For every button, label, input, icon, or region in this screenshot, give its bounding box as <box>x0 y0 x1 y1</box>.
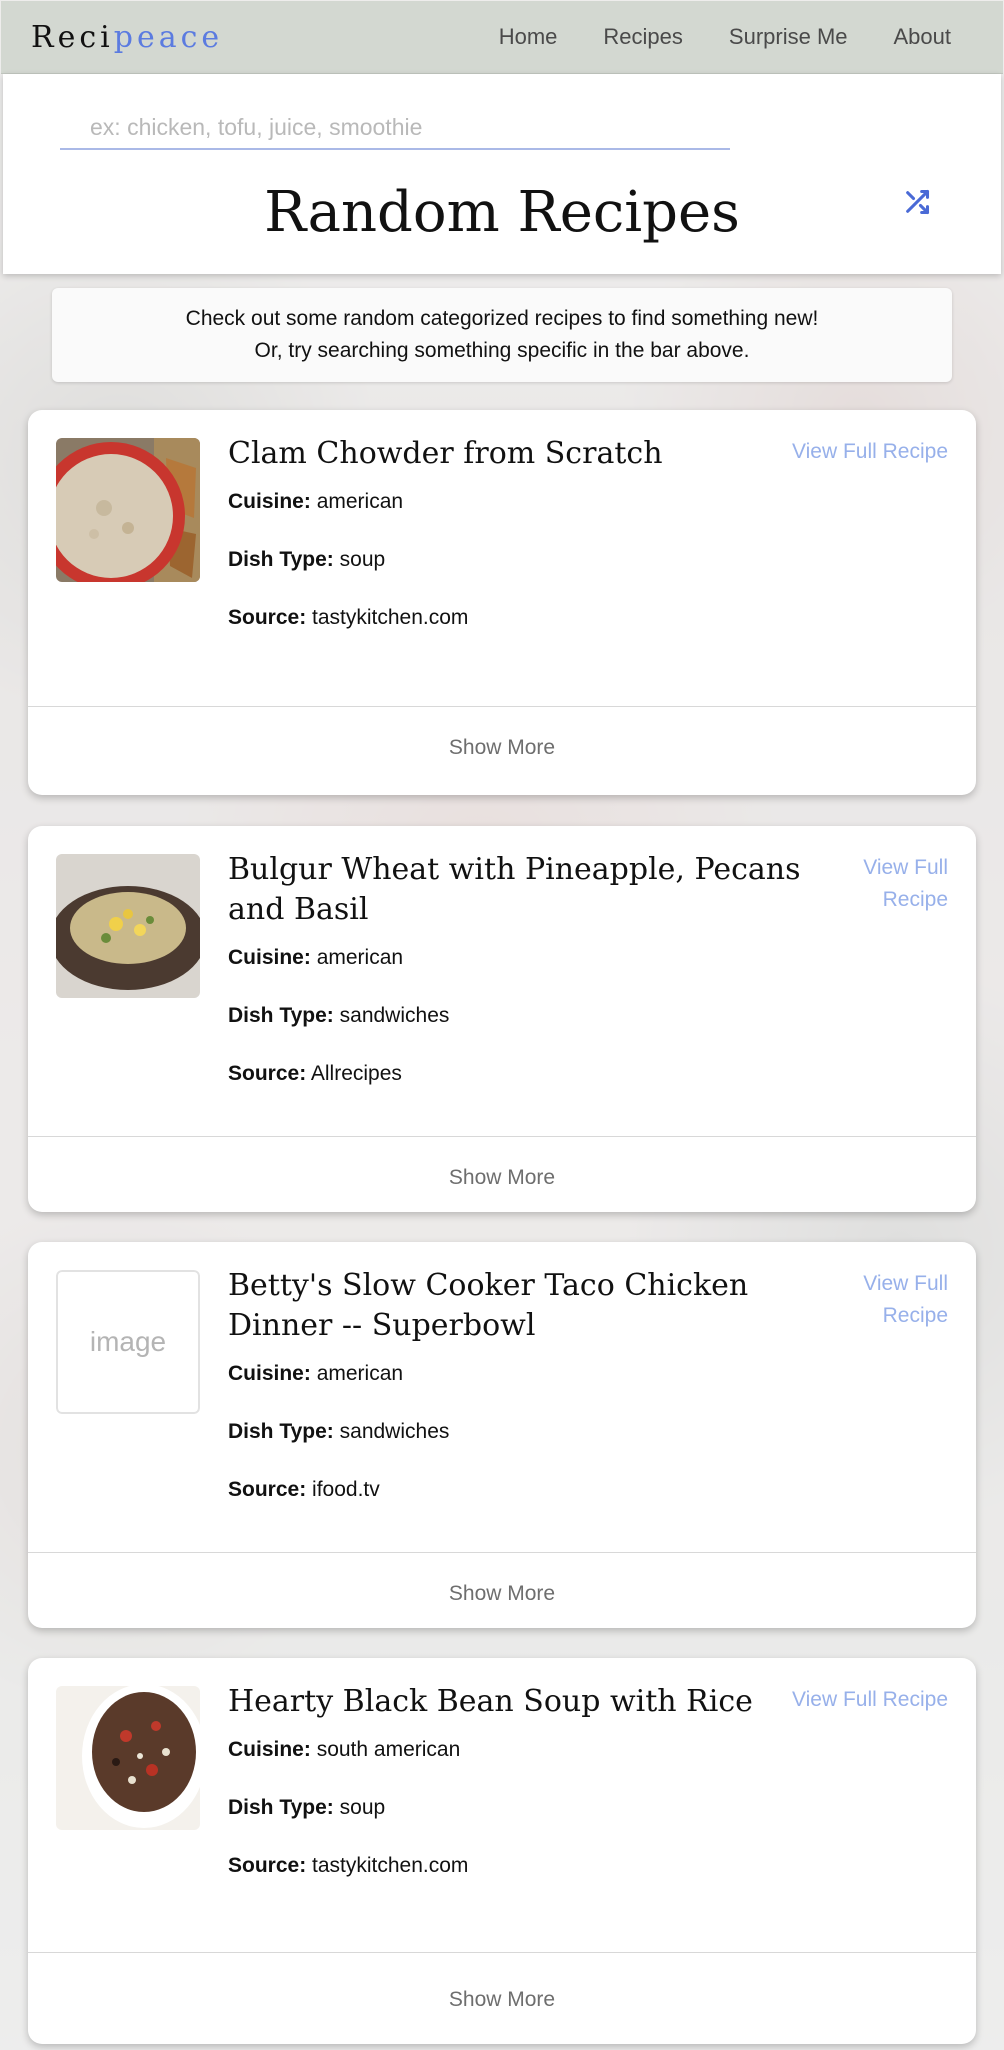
show-more-button[interactable]: Show More <box>28 1166 976 1190</box>
search-input[interactable] <box>60 106 730 150</box>
source-label: Source: <box>228 1478 307 1501</box>
dish-type-field: Dish Type: soup <box>228 1796 385 1820</box>
show-more-button[interactable]: Show More <box>28 736 976 760</box>
recipe-title: Betty's Slow Cooker Taco Chicken Dinner … <box>228 1268 749 1343</box>
source-value: tastykitchen.com <box>312 606 469 629</box>
source-value: ifood.tv <box>312 1478 380 1501</box>
dish-type-field: Dish Type: soup <box>228 548 385 572</box>
card-divider <box>28 706 976 707</box>
navbar: Recipeace Home Recipes Surprise Me About <box>1 1 1003 74</box>
dish-type-label: Dish Type: <box>228 1004 334 1027</box>
recipe-thumbnail[interactable] <box>56 854 200 998</box>
nav-home[interactable]: Home <box>499 24 558 50</box>
dish-type-label: Dish Type: <box>228 1420 334 1443</box>
source-value: Allrecipes <box>310 1062 402 1085</box>
source-value: tastykitchen.com <box>312 1854 469 1877</box>
recipe-thumbnail[interactable] <box>56 1686 200 1830</box>
cuisine-label: Cuisine: <box>228 946 311 969</box>
source-field: Source: Allrecipes <box>228 1062 402 1086</box>
source-field: Source: ifood.tv <box>228 1478 380 1502</box>
cuisine-field: Cuisine: american <box>228 490 403 514</box>
source-label: Source: <box>228 1062 307 1085</box>
show-more-button[interactable]: Show More <box>28 1988 976 2012</box>
recipe-card: Bulgur Wheat with Pineapple, Pecans and … <box>28 826 976 1212</box>
brand-accent: peace <box>113 19 224 55</box>
view-full-recipe-link[interactable]: View Full Recipe <box>838 1268 948 1332</box>
recipe-thumbnail[interactable]: image <box>56 1270 200 1414</box>
dish-type-field: Dish Type: sandwiches <box>228 1004 449 1028</box>
dish-type-value: soup <box>339 548 386 571</box>
source-field: Source: tastykitchen.com <box>228 606 468 630</box>
recipe-thumbnail[interactable] <box>56 438 200 582</box>
cuisine-field: Cuisine: american <box>228 946 403 970</box>
source-label: Source: <box>228 606 307 629</box>
cuisine-label: Cuisine: <box>228 1738 311 1761</box>
dish-type-value: sandwiches <box>339 1004 450 1027</box>
cuisine-value: south american <box>316 1738 461 1761</box>
show-more-button[interactable]: Show More <box>28 1582 976 1606</box>
view-full-recipe-link[interactable]: View Full Recipe <box>758 1684 948 1716</box>
recipe-card: Clam Chowder from Scratch View Full Reci… <box>28 410 976 795</box>
cuisine-field: Cuisine: american <box>228 1362 403 1386</box>
cuisine-value: american <box>316 1362 404 1385</box>
recipe-title: Hearty Black Bean Soup with Rice <box>228 1684 753 1719</box>
view-full-recipe-link[interactable]: View Full Recipe <box>758 436 948 468</box>
cuisine-label: Cuisine: <box>228 1362 311 1385</box>
nav-recipes[interactable]: Recipes <box>603 24 682 50</box>
source-label: Source: <box>228 1854 307 1877</box>
source-field: Source: tastykitchen.com <box>228 1854 468 1878</box>
cuisine-field: Cuisine: south american <box>228 1738 460 1762</box>
dish-type-value: soup <box>339 1796 386 1819</box>
nav-about[interactable]: About <box>894 24 952 50</box>
card-divider <box>28 1552 976 1553</box>
view-full-recipe-link[interactable]: View Full Recipe <box>838 852 948 916</box>
intro-line-2: Or, try searching something specific in … <box>254 339 750 362</box>
recipe-title: Bulgur Wheat with Pineapple, Pecans and … <box>228 852 801 927</box>
nav-surprise-me[interactable]: Surprise Me <box>729 24 848 50</box>
recipe-card: image Betty's Slow Cooker Taco Chicken D… <box>28 1242 976 1628</box>
recipe-title: Clam Chowder from Scratch <box>228 436 663 471</box>
card-divider <box>28 1136 976 1137</box>
cuisine-value: american <box>316 490 404 513</box>
intro-line-1: Check out some random categorized recipe… <box>185 307 819 330</box>
dish-type-field: Dish Type: sandwiches <box>228 1420 449 1444</box>
cuisine-label: Cuisine: <box>228 490 311 513</box>
nav-links: Home Recipes Surprise Me About <box>499 24 951 50</box>
cuisine-value: american <box>316 946 404 969</box>
dish-type-value: sandwiches <box>339 1420 450 1443</box>
image-placeholder: image <box>56 1270 200 1414</box>
dish-type-label: Dish Type: <box>228 548 334 571</box>
dish-type-label: Dish Type: <box>228 1796 334 1819</box>
recipe-card: Hearty Black Bean Soup with Rice View Fu… <box>28 1658 976 2044</box>
brand-logo[interactable]: Recipeace <box>31 20 223 55</box>
card-divider <box>28 1952 976 1953</box>
page-title: Random Recipes <box>264 180 740 245</box>
intro-box: Check out some random categorized recipe… <box>52 288 952 382</box>
brand-main: Reci <box>31 19 114 55</box>
